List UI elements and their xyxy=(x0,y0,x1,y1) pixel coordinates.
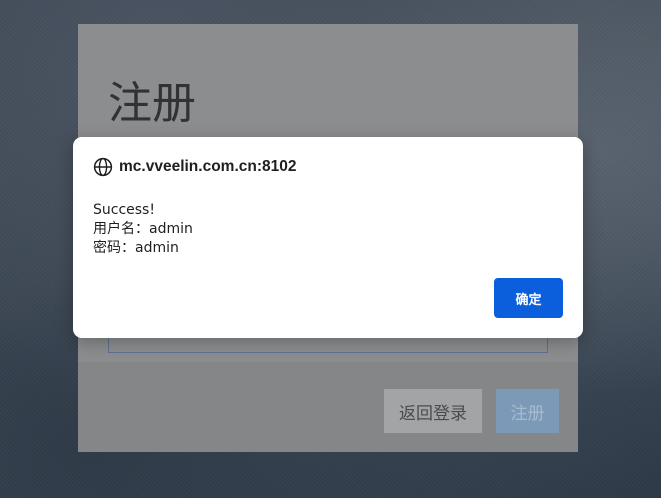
register-button[interactable]: 注册 xyxy=(496,389,559,433)
ok-button[interactable]: 确定 xyxy=(494,278,563,318)
dialog-origin: mc.vveelin.com.cn:8102 xyxy=(93,157,297,177)
back-to-login-button[interactable]: 返回登录 xyxy=(384,389,482,433)
alert-dialog: mc.vveelin.com.cn:8102 Success! 用户名：admi… xyxy=(73,137,583,338)
dialog-message-line: 用户名：admin xyxy=(93,221,193,237)
globe-icon xyxy=(93,157,113,177)
dialog-origin-text: mc.vveelin.com.cn:8102 xyxy=(119,158,297,175)
dialog-message: Success! 用户名：admin 密码：admin xyxy=(93,201,193,258)
dialog-message-line: Success! xyxy=(93,202,155,218)
page-title: 注册 xyxy=(108,78,196,129)
dialog-message-line: 密码：admin xyxy=(93,240,179,256)
